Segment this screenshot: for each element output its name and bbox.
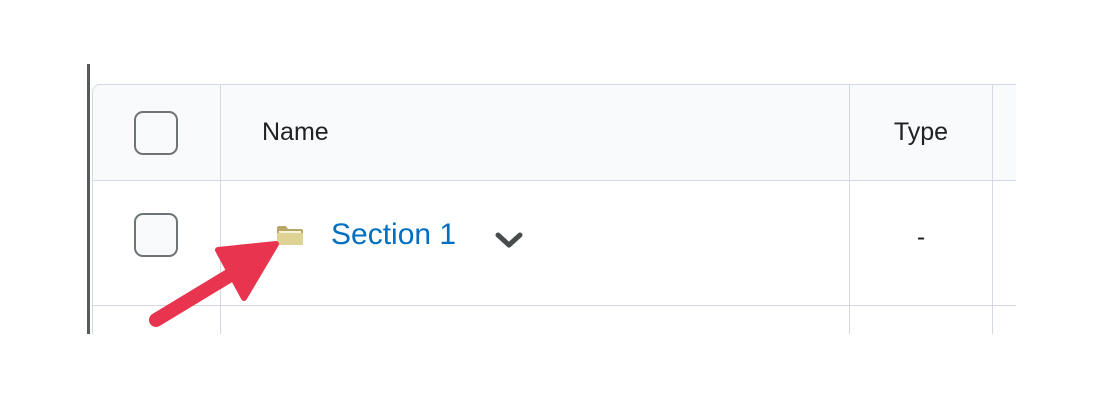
left-divider <box>87 64 90 334</box>
row-extra-cell <box>993 306 1016 334</box>
content-table-container: Name Type Section 1 - <box>92 84 1016 334</box>
row-type-cell <box>850 306 993 334</box>
select-all-checkbox[interactable] <box>134 110 178 155</box>
table-row <box>92 306 1016 334</box>
folder-icon <box>275 223 305 247</box>
row-name-cell <box>221 306 850 334</box>
row-extra-cell <box>993 181 1016 306</box>
row-name-cell: Section 1 <box>221 181 850 306</box>
table-header-row: Name Type <box>92 84 1016 181</box>
row-type-value: - <box>916 222 926 251</box>
section-link[interactable]: Section 1 <box>331 218 456 252</box>
column-header-extra <box>993 84 1016 181</box>
table-row: Section 1 - <box>92 181 1016 306</box>
header-select-cell <box>92 84 221 181</box>
chevron-down-icon[interactable] <box>494 231 524 251</box>
content-table: Name Type Section 1 - <box>92 84 1016 334</box>
column-header-name[interactable]: Name <box>221 84 850 181</box>
row-type-cell: - <box>850 181 993 306</box>
row-checkbox[interactable] <box>134 213 178 257</box>
column-header-type[interactable]: Type <box>850 84 993 181</box>
row-select-cell <box>92 306 221 334</box>
row-select-cell <box>92 181 221 306</box>
